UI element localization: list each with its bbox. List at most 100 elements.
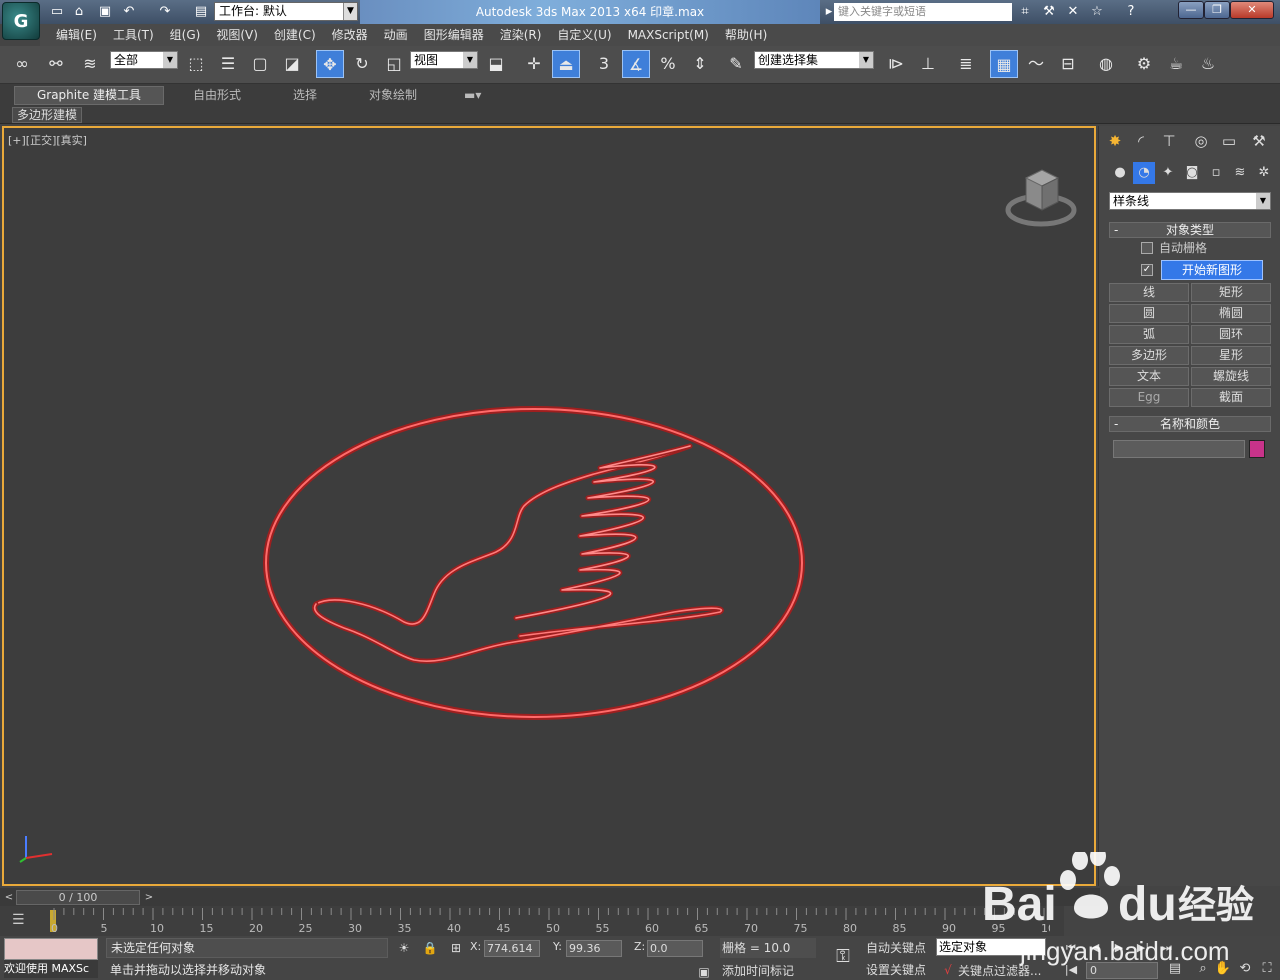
time-tag-icon[interactable]: ▣ (696, 964, 712, 980)
helpers-icon[interactable]: ▫ (1205, 162, 1227, 184)
seal-spline-shape[interactable] (244, 398, 824, 738)
next-frame-icon[interactable]: ▶| (1134, 940, 1152, 956)
object-type-rollout[interactable]: - 对象类型 (1109, 222, 1271, 238)
geometry-icon[interactable]: ● (1109, 162, 1131, 184)
rendered-frame-icon[interactable]: ☕ (1162, 50, 1190, 78)
rect-selection-icon[interactable]: ▢ (246, 50, 274, 78)
favorites-star-icon[interactable]: ☆ (1088, 3, 1106, 21)
goto-end-icon[interactable]: ⏭ (1158, 940, 1176, 956)
time-config-icon[interactable]: ▤ (1166, 960, 1184, 978)
auto-key-button[interactable]: 自动关键点 (866, 938, 932, 958)
curve-editor-icon[interactable]: 〜 (1022, 50, 1050, 78)
manipulate-icon[interactable]: ✛ (520, 50, 548, 78)
rectangle-button[interactable]: 矩形 (1191, 283, 1271, 302)
menu-customize[interactable]: 自定义(U) (549, 24, 619, 46)
isolate-selection-icon[interactable]: ☀ (396, 940, 412, 956)
cameras-icon[interactable]: ◙ (1181, 162, 1203, 184)
app-logo[interactable]: G (2, 2, 40, 40)
object-name-input[interactable] (1113, 440, 1245, 458)
schematic-view-icon[interactable]: ⊟ (1054, 50, 1082, 78)
viewport-label[interactable]: [+][正交][真实] (8, 132, 87, 148)
goto-start-icon[interactable]: ⏮ (1062, 940, 1080, 956)
select-object-icon[interactable]: ⬚ (182, 50, 210, 78)
maximize-viewport-icon[interactable]: ⛶ (1258, 960, 1276, 978)
menu-graph-editors[interactable]: 图形编辑器 (416, 24, 492, 46)
orbit-icon[interactable]: ⟲ (1236, 960, 1254, 978)
circle-button[interactable]: 圆 (1109, 304, 1189, 323)
utilities-tab-icon[interactable]: ⚒ (1247, 130, 1271, 152)
selection-lock-icon[interactable]: 🔒 (422, 940, 438, 956)
named-selection-select[interactable]: 创建选择集 ▼ (754, 51, 874, 69)
display-tab-icon[interactable]: ▭ (1217, 130, 1241, 152)
curve-editor-mini-icon[interactable]: ☰ (12, 912, 32, 930)
snaps-toggle-icon[interactable]: 3 (590, 50, 618, 78)
start-new-shape-checkbox[interactable]: ✓ (1141, 262, 1159, 278)
render-setup-icon[interactable]: ⚙ (1130, 50, 1158, 78)
absolute-mode-icon[interactable]: ⊞ (448, 940, 464, 956)
open-file-icon[interactable]: ⌂ (70, 3, 88, 21)
tab-object-paint[interactable]: 对象绘制 (369, 86, 417, 105)
current-frame-input[interactable]: 0 (1086, 962, 1158, 979)
line-button[interactable]: 线 (1109, 283, 1189, 302)
x-coordinate[interactable]: 774.614 (484, 940, 540, 957)
spinner-snap-icon[interactable]: ⇕ (686, 50, 714, 78)
key-filters-button[interactable]: 关键点过滤器... (958, 962, 1058, 980)
menu-edit[interactable]: 编辑(E) (48, 24, 105, 46)
select-rotate-icon[interactable]: ↻ (348, 50, 376, 78)
project-folder-icon[interactable]: ▤ (192, 3, 210, 21)
menu-modifiers[interactable]: 修改器 (324, 24, 376, 46)
systems-icon[interactable]: ✲ (1253, 162, 1275, 184)
add-time-tag-button[interactable]: 添加时间标记 (718, 962, 816, 980)
time-prev-icon[interactable]: < (2, 890, 16, 905)
menu-group[interactable]: 组(G) (162, 24, 209, 46)
pivot-center-icon[interactable]: ⬓ (482, 50, 510, 78)
menu-create[interactable]: 创建(C) (266, 24, 324, 46)
unlink-icon[interactable]: ⚯ (42, 50, 70, 78)
time-next-icon[interactable]: > (142, 890, 156, 905)
redo-icon[interactable]: ↷ (156, 3, 174, 21)
key-mode-icon[interactable]: |◀ (1062, 962, 1080, 978)
polygon-modeling-panel[interactable]: 多边形建模 (12, 107, 83, 123)
align-icon[interactable]: ⊥ (914, 50, 942, 78)
layer-manager-icon[interactable]: ≣ (952, 50, 980, 78)
workspace-select[interactable]: 工作台: 默认 ▼ (214, 2, 358, 21)
maximize-button[interactable]: ❐ (1204, 1, 1230, 19)
communication-icon[interactable]: ✕ (1064, 3, 1082, 21)
link-icon[interactable]: ∞ (8, 50, 36, 78)
key-set-select[interactable]: 选定对象 (936, 938, 1046, 956)
key-icon[interactable]: ⚿ (830, 946, 856, 970)
hierarchy-tab-icon[interactable]: ⊤ (1157, 130, 1181, 152)
subscription-icon[interactable]: ⚒ (1040, 3, 1058, 21)
donut-button[interactable]: 圆环 (1191, 325, 1271, 344)
front-viewport[interactable]: [+][正交][真实] (2, 126, 1096, 886)
create-tab-icon[interactable]: ✸ (1103, 130, 1127, 152)
start-new-shape-button[interactable]: 开始新图形 (1161, 260, 1263, 280)
select-by-name-icon[interactable]: ☰ (214, 50, 242, 78)
arc-button[interactable]: 弧 (1109, 325, 1189, 344)
new-file-icon[interactable]: ▭ (48, 3, 66, 21)
tab-freeform[interactable]: 自由形式 (193, 86, 241, 105)
undo-icon[interactable]: ↶ (120, 3, 138, 21)
minimize-button[interactable]: — (1178, 1, 1204, 19)
binoculars-icon[interactable]: ⌗ (1016, 3, 1034, 21)
name-color-rollout[interactable]: - 名称和颜色 (1109, 416, 1271, 432)
egg-button[interactable]: Egg (1109, 388, 1189, 407)
text-button[interactable]: 文本 (1109, 367, 1189, 386)
menu-help[interactable]: 帮助(H) (717, 24, 775, 46)
maxscript-mini-listener[interactable] (4, 938, 98, 960)
motion-tab-icon[interactable]: ◎ (1189, 130, 1213, 152)
lights-icon[interactable]: ✦ (1157, 162, 1179, 184)
modify-tab-icon[interactable]: ◜ (1129, 130, 1153, 152)
bind-space-warp-icon[interactable]: ≋ (76, 50, 104, 78)
save-file-icon[interactable]: ▣ (96, 3, 114, 21)
keyboard-shortcut-override-icon[interactable]: ⏏ (552, 50, 580, 78)
y-coordinate[interactable]: 99.36 (566, 940, 622, 957)
mirror-icon[interactable]: ⧐ (882, 50, 910, 78)
set-key-button[interactable]: 设置关键点 (866, 960, 932, 980)
zoom-icon[interactable]: ⌕ (1194, 960, 1212, 978)
angle-snap-icon[interactable]: ∡ (622, 50, 650, 78)
ribbon-options-icon[interactable]: ▬▾ (464, 86, 481, 105)
time-slider[interactable]: 0 / 100 (16, 890, 140, 905)
select-scale-icon[interactable]: ◱ (380, 50, 408, 78)
z-coordinate[interactable]: 0.0 (647, 940, 703, 957)
